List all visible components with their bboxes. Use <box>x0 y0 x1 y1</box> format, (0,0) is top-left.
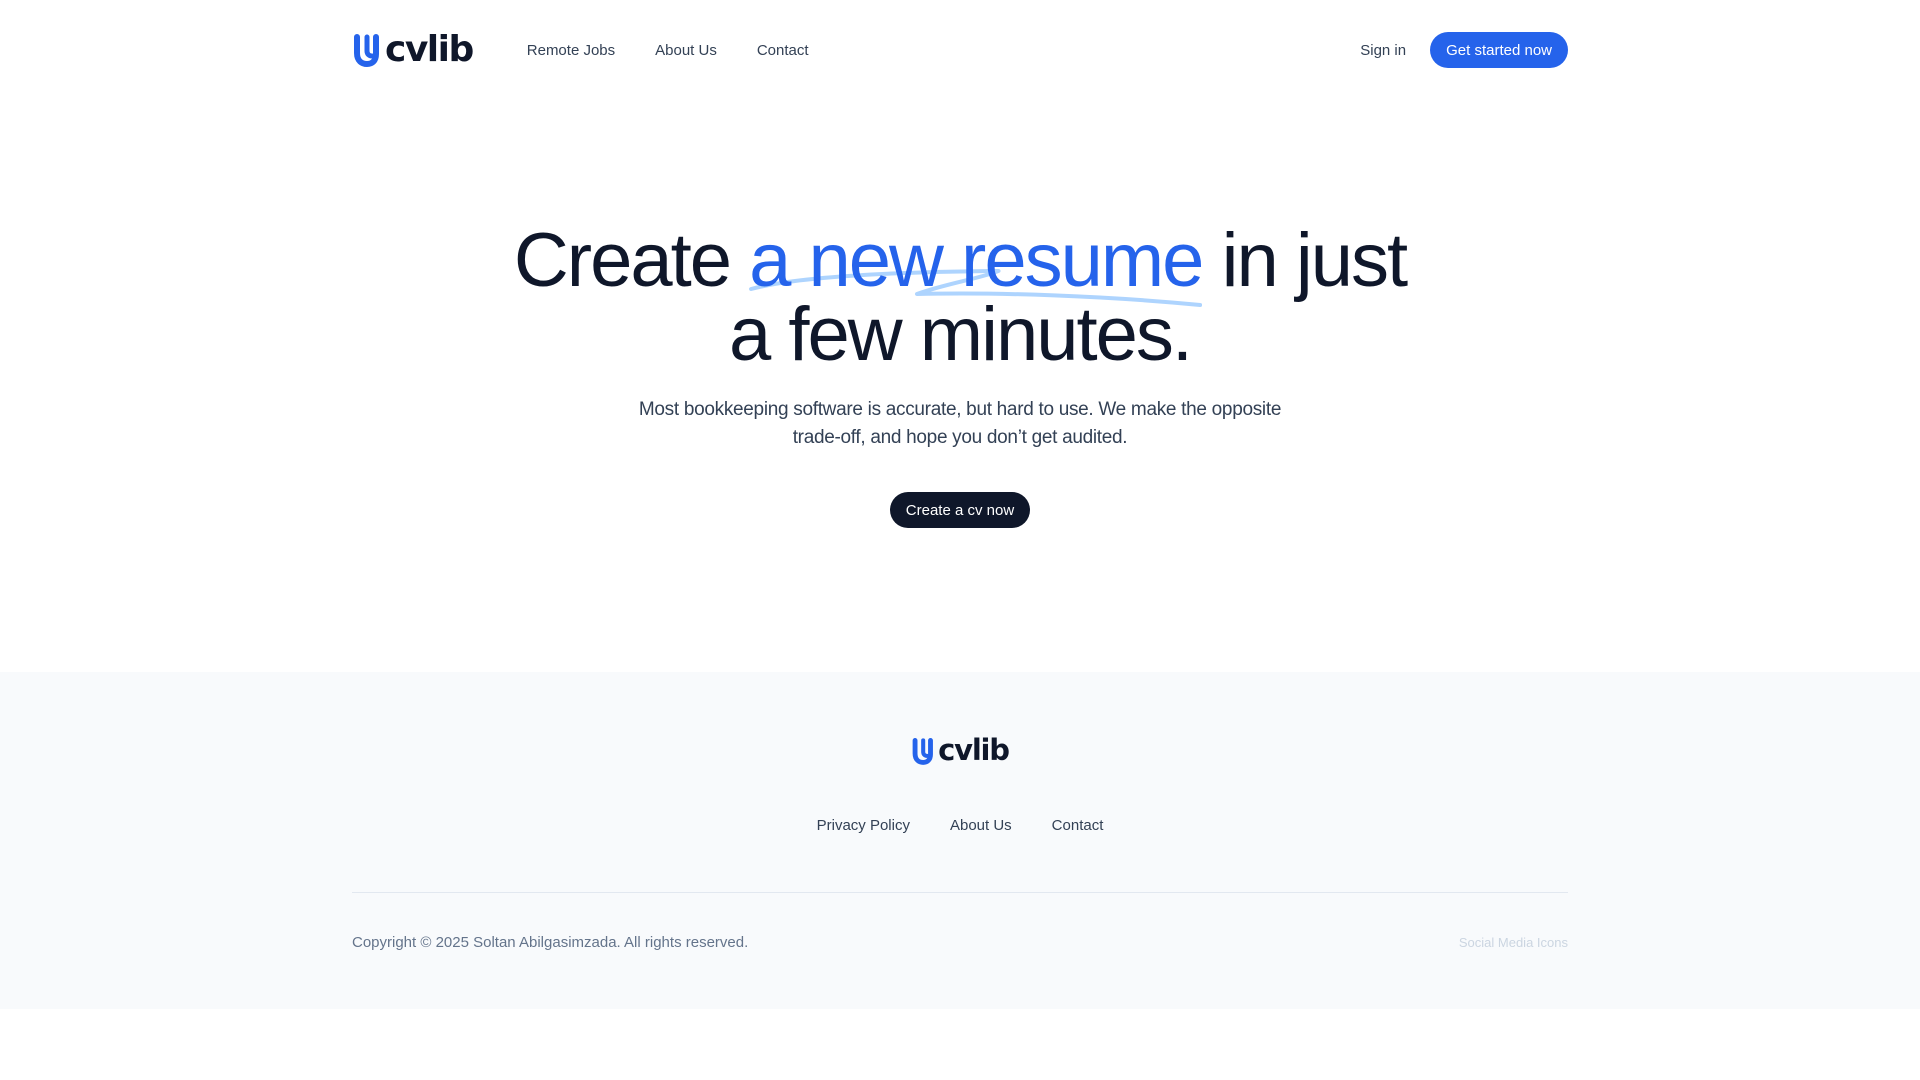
site-header: cvlib Remote Jobs About Us Contact Sign … <box>0 0 1920 100</box>
footer-nav-privacy-policy[interactable]: Privacy Policy <box>807 813 920 838</box>
main-nav: Remote Jobs About Us Contact <box>515 34 837 67</box>
logo-text: cvlib <box>385 29 474 70</box>
footer-nav: Privacy Policy About Us Contact <box>352 813 1568 838</box>
create-cv-button[interactable]: Create a cv now <box>889 492 1031 528</box>
footer-logo-text: cvlib <box>938 733 1010 767</box>
copyright-text: Copyright © 2025 Soltan Abilgasimzada. A… <box>352 934 749 951</box>
nav-remote-jobs[interactable]: Remote Jobs <box>515 34 627 67</box>
footer-container: cvlib Privacy Policy About Us Contact Co… <box>352 672 1568 992</box>
hero-title-before: Create <box>513 218 750 303</box>
header-actions: Sign in Get started now <box>1348 32 1568 68</box>
hero-section: Create a new resume in just a few minutes… <box>0 100 1920 672</box>
hero-title: Create a new resume in just a few minutes… <box>0 223 1920 373</box>
hero-subtitle: Most bookkeeping software is accurate, b… <box>638 399 1282 448</box>
nav-about-us[interactable]: About Us <box>643 34 729 67</box>
hero-title-highlight: a new resume <box>749 223 1204 307</box>
footer-logo[interactable]: cvlib <box>352 736 1568 765</box>
hero-title-after: in just <box>1202 218 1409 303</box>
footer-nav-about-us[interactable]: About Us <box>940 813 1022 838</box>
social-media-placeholder: Social Media Icons <box>1458 935 1568 950</box>
cvlib-logo-icon <box>912 737 934 765</box>
hero-title-line2: a few minutes. <box>729 292 1193 377</box>
cvlib-logo-icon <box>354 34 379 67</box>
footer-nav-contact[interactable]: Contact <box>1042 813 1114 838</box>
hero-highlight-text: a new resume <box>749 218 1204 303</box>
header-container: cvlib Remote Jobs About Us Contact Sign … <box>352 0 1568 100</box>
header-logo[interactable]: cvlib <box>352 29 474 70</box>
footer-bottom: Copyright © 2025 Soltan Abilgasimzada. A… <box>352 892 1568 992</box>
site-footer: cvlib Privacy Policy About Us Contact Co… <box>0 672 1920 1009</box>
nav-contact[interactable]: Contact <box>745 34 821 67</box>
get-started-button[interactable]: Get started now <box>1430 32 1568 68</box>
sign-in-link[interactable]: Sign in <box>1348 34 1418 67</box>
